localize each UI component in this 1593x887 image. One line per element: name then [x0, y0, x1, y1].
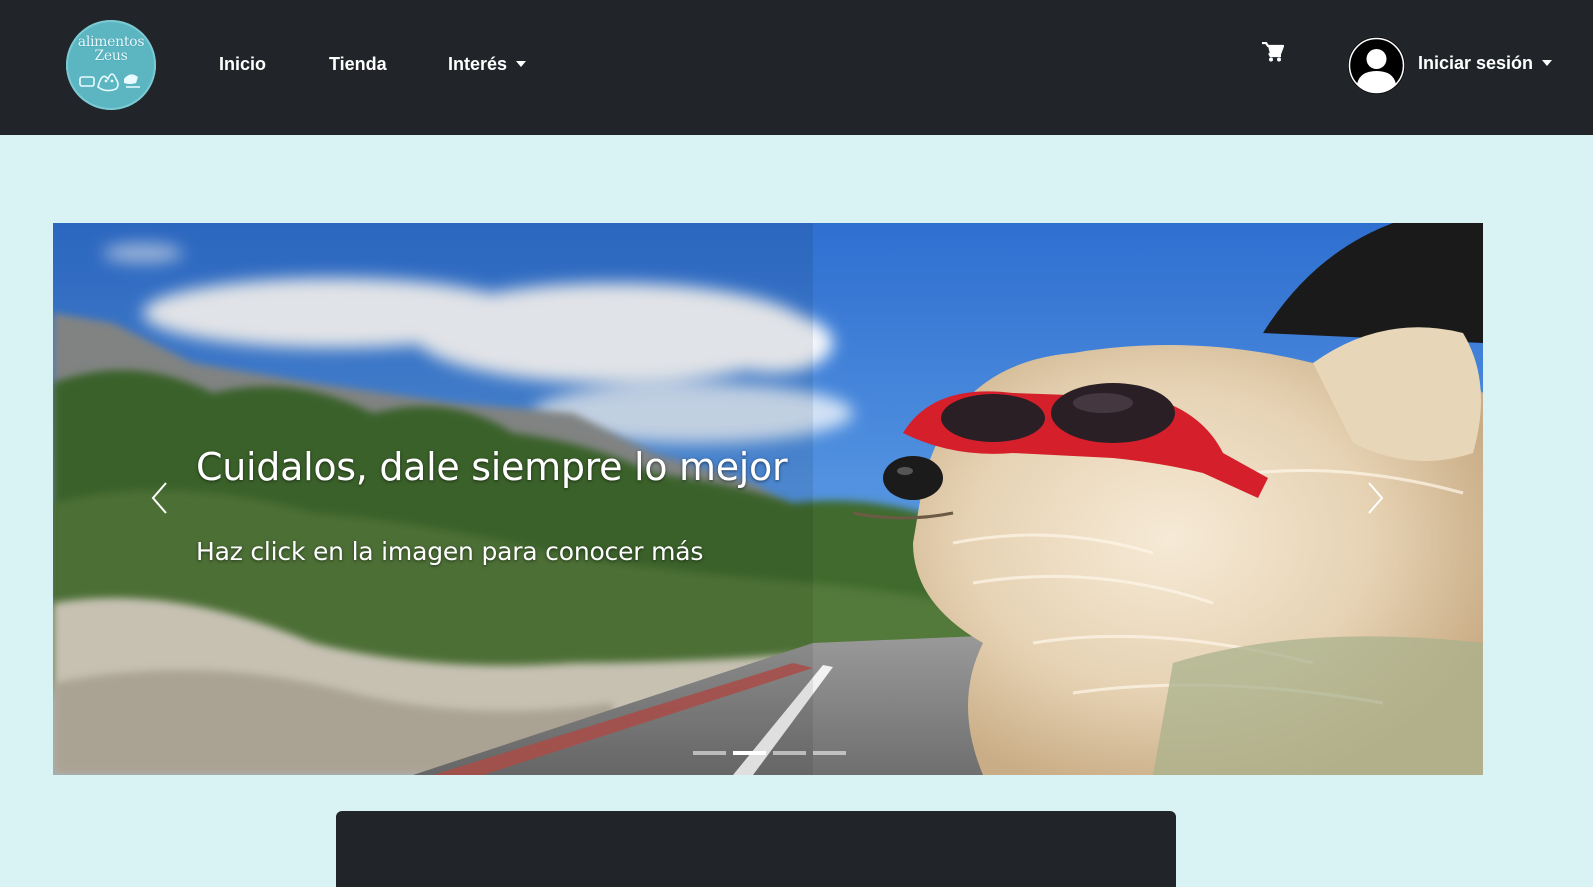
carousel-indicator-4[interactable]: [813, 751, 846, 755]
nav-link-tienda[interactable]: Tienda: [329, 54, 387, 75]
carousel-slide-image[interactable]: [53, 223, 1483, 775]
account-dropdown[interactable]: Iniciar sesión: [1418, 53, 1553, 74]
account-dropdown-label: Iniciar sesión: [1418, 53, 1534, 73]
pets-illustration-icon: [79, 73, 140, 92]
carousel-next-button[interactable]: [1355, 473, 1395, 523]
content-panel: [336, 811, 1176, 887]
logo-text-line1: alimentos: [77, 34, 145, 50]
shopping-cart-icon[interactable]: [1262, 42, 1284, 62]
hero-carousel[interactable]: Cuidalos, dale siempre lo mejor Haz clic…: [53, 223, 1483, 775]
caret-down-icon: [1542, 60, 1553, 66]
carousel-caption-title: Cuidalos, dale siempre lo mejor: [196, 445, 788, 489]
carousel-caption-text: Haz click en la imagen para conocer más: [196, 537, 704, 566]
nav-dropdown-interes-label: Interés: [448, 54, 508, 74]
logo-text-line2: Zeus: [94, 48, 128, 64]
chevron-right-icon: [1368, 482, 1384, 514]
carousel-indicator-3[interactable]: [773, 751, 806, 755]
nav-link-inicio[interactable]: Inicio: [219, 54, 266, 75]
carousel-indicator-1[interactable]: [693, 751, 726, 755]
carousel-indicator-2[interactable]: [733, 751, 766, 755]
carousel-indicators: [693, 751, 846, 755]
carousel-prev-button[interactable]: [140, 473, 180, 523]
nav-dropdown-interes[interactable]: Interés: [448, 54, 527, 75]
user-avatar-icon[interactable]: [1348, 37, 1405, 94]
chevron-left-icon: [151, 482, 167, 514]
caret-down-icon: [516, 61, 527, 67]
brand-logo[interactable]: alimentos Zeus: [66, 20, 156, 110]
top-navbar: alimentos Zeus Inicio Tienda Interés Ini…: [0, 0, 1593, 135]
